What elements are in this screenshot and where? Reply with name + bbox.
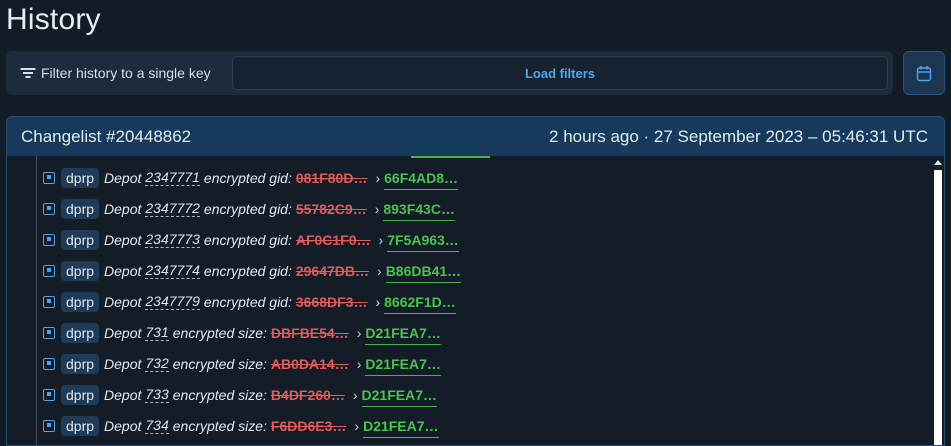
dotted-square-icon — [43, 419, 55, 432]
new-value: 7F5A963… — [387, 232, 459, 252]
old-value: 29647DB… — [295, 262, 370, 279]
change-badge: dprp — [61, 415, 100, 436]
changelist-title[interactable]: Changelist #20448862 — [21, 127, 191, 147]
old-value: B4DF260… — [270, 386, 345, 403]
calendar-icon — [916, 65, 932, 81]
filter-single-key-toggle[interactable]: Filter history to a single key — [6, 65, 232, 81]
field-name: encrypted size: — [172, 417, 267, 434]
field-name: encrypted gid: — [203, 169, 292, 186]
depot-id[interactable]: 2347774 — [145, 262, 200, 279]
change-badge: dprp — [61, 322, 100, 343]
field-name: encrypted gid: — [203, 262, 292, 279]
changelist-header: Changelist #20448862 2 hours ago · 27 Se… — [7, 117, 944, 156]
change-badge: dprp — [61, 291, 100, 312]
change-row: dprp Depot 731 encrypted size: DBFBE54… › D21F… — [43, 317, 441, 348]
change-arrow: › — [374, 200, 380, 217]
filter-bar: Filter history to a single key Load filt… — [6, 51, 893, 95]
depot-id[interactable]: 2347772 — [145, 200, 200, 217]
change-badge: dprp — [61, 384, 100, 405]
field-name: encrypted size: — [172, 386, 267, 403]
change-arrow: › — [352, 386, 358, 403]
dotted-square-icon — [43, 233, 55, 246]
dotted-square-icon — [43, 295, 55, 308]
change-row: dprp Depot 2347774 encrypted gid: 29647DB… › B… — [43, 255, 462, 286]
depot-id[interactable]: 734 — [145, 417, 169, 434]
field-name: encrypted size: — [172, 355, 267, 372]
scroll-up-arrow-icon[interactable] — [934, 160, 942, 165]
depot-prefix: Depot — [104, 417, 142, 434]
new-value: 893F43C… — [383, 201, 455, 221]
new-value: D21FEA7… — [365, 325, 441, 345]
change-row: dprp Depot 2347773 encrypted gid: AF0C1F0… › 7… — [43, 224, 459, 255]
previous-row-underline — [411, 156, 490, 158]
dotted-square-icon — [43, 264, 55, 277]
change-badge: dprp — [61, 260, 100, 281]
old-value: AB0DA14… — [270, 355, 349, 372]
calendar-button[interactable] — [903, 51, 945, 95]
scrollbar[interactable] — [932, 156, 944, 445]
depot-prefix: Depot — [104, 262, 142, 279]
changelist-body: dprp Depot 2347771 encrypted gid: 081F80D… › 6… — [7, 156, 944, 445]
dotted-square-icon — [43, 326, 55, 339]
old-value: 3668DF3… — [295, 293, 368, 310]
change-arrow: › — [356, 324, 362, 341]
load-filters-button[interactable]: Load filters — [232, 56, 888, 90]
dotted-square-icon — [43, 171, 55, 184]
changelist-timestamp: 2 hours ago · 27 September 2023 – 05:46:… — [549, 126, 928, 146]
depot-prefix: Depot — [104, 355, 142, 372]
depot-prefix: Depot — [104, 293, 142, 310]
old-value: 55782C9… — [295, 200, 367, 217]
dotted-square-icon — [43, 357, 55, 370]
change-arrow: › — [356, 355, 362, 372]
change-row: dprp Depot 732 encrypted size: AB0DA14… › D21F… — [43, 348, 441, 379]
depot-prefix: Depot — [104, 324, 142, 341]
new-value: 8662F1D… — [384, 294, 456, 314]
depot-id[interactable]: 732 — [145, 355, 169, 372]
new-value: D21FEA7… — [363, 418, 439, 438]
change-arrow: › — [354, 417, 360, 434]
change-arrow: › — [378, 231, 384, 248]
depot-id[interactable]: 2347771 — [145, 169, 200, 186]
change-arrow: › — [377, 262, 382, 279]
change-arrow: › — [375, 293, 381, 310]
change-row: dprp Depot 2347772 encrypted gid: 55782C9… › 8… — [43, 193, 455, 224]
depot-id[interactable]: 2347779 — [145, 293, 200, 310]
depot-prefix: Depot — [104, 386, 142, 403]
change-badge: dprp — [61, 353, 100, 374]
new-value: D21FEA7… — [361, 387, 437, 407]
old-value: F6DD6E3… — [270, 417, 347, 434]
field-name: encrypted gid: — [203, 231, 292, 248]
change-arrow: › — [375, 169, 381, 186]
scrollbar-thumb[interactable] — [934, 170, 942, 445]
changelist-panel: Changelist #20448862 2 hours ago · 27 Se… — [6, 116, 945, 446]
change-row: dprp Depot 2347771 encrypted gid: 081F80D… › 6… — [43, 162, 459, 193]
change-badge: dprp — [61, 229, 100, 250]
page-title: History — [6, 3, 101, 36]
new-value: 66F4AD8… — [384, 170, 459, 190]
change-badge: dprp — [61, 198, 100, 219]
field-name: encrypted size: — [172, 324, 267, 341]
field-name: encrypted gid: — [203, 200, 292, 217]
change-row: dprp Depot 2347779 encrypted gid: 3668DF3… › 8… — [43, 286, 456, 317]
new-value: B86DB41… — [385, 263, 462, 283]
change-badge: dprp — [61, 167, 100, 188]
depot-id[interactable]: 731 — [145, 324, 169, 341]
depot-id[interactable]: 733 — [145, 386, 169, 403]
field-name: encrypted gid: — [203, 293, 292, 310]
depot-id[interactable]: 2347773 — [145, 231, 200, 248]
old-value: AF0C1F0… — [295, 231, 371, 248]
depot-prefix: Depot — [104, 231, 142, 248]
depot-prefix: Depot — [104, 200, 142, 217]
depot-prefix: Depot — [104, 169, 142, 186]
old-value: 081F80D… — [295, 169, 368, 186]
new-value: D21FEA7… — [365, 356, 441, 376]
dotted-square-icon — [43, 202, 55, 215]
change-row: dprp Depot 734 encrypted size: F6DD6E3… › D21F… — [43, 410, 439, 441]
old-value: DBFBE54… — [270, 324, 349, 341]
filter-lines-icon — [20, 67, 36, 79]
tree-line — [36, 156, 37, 445]
change-row: dprp Depot 733 encrypted size: B4DF260… › D21F… — [43, 379, 437, 410]
dotted-square-icon — [43, 388, 55, 401]
filter-label: Filter history to a single key — [41, 65, 211, 81]
